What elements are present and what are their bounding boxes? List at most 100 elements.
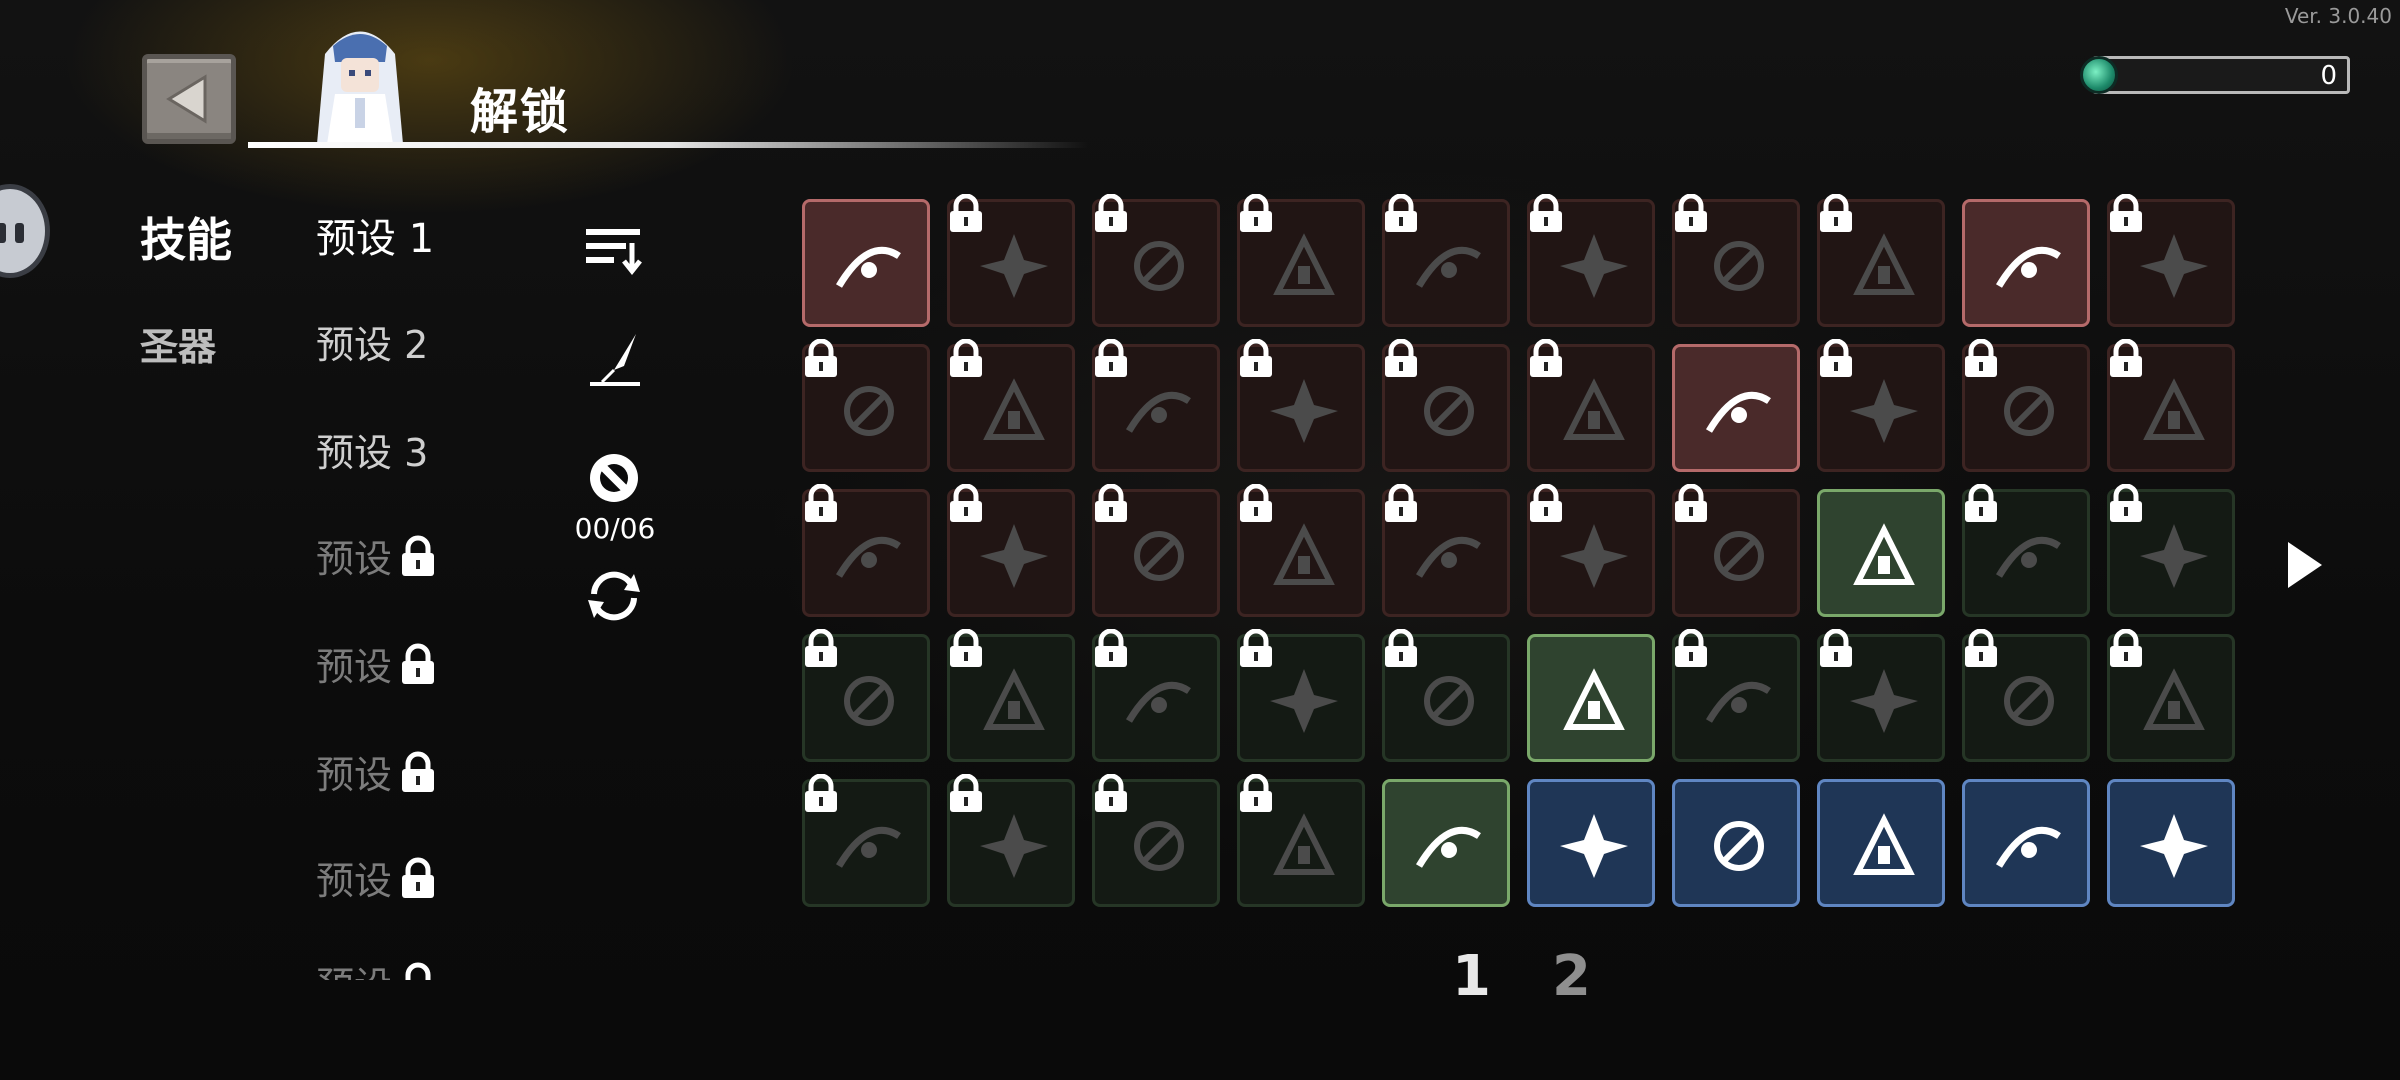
drill-icon	[980, 814, 1048, 878]
skill-slot[interactable]	[1962, 339, 2090, 472]
skill-slot[interactable]	[1092, 339, 1220, 472]
lock-icon	[1530, 339, 1562, 377]
skill-slot[interactable]	[1092, 484, 1220, 617]
skill-slot[interactable]	[1237, 339, 1365, 472]
skill-slot[interactable]	[1237, 484, 1365, 617]
skill-slot[interactable]	[1237, 194, 1365, 327]
skill-slot[interactable]	[2107, 339, 2235, 472]
skull-icon	[2140, 234, 2208, 298]
refresh-button[interactable]	[578, 566, 650, 626]
quill-button[interactable]	[578, 330, 650, 390]
lock-icon	[402, 535, 435, 576]
preset-item-1[interactable]: 预设 1	[316, 206, 434, 264]
lock-icon	[950, 194, 982, 232]
web-icon	[2143, 668, 2205, 730]
next-page-arrow[interactable]	[2284, 540, 2324, 590]
lock-icon	[2110, 484, 2142, 522]
skill-slot[interactable]	[947, 194, 1075, 327]
skill-slot[interactable]	[1092, 774, 1220, 907]
preset-label: 预设	[316, 753, 393, 797]
lock-icon	[1095, 774, 1127, 812]
skill-slot[interactable]	[1962, 484, 2090, 617]
skill-slot[interactable]	[1817, 339, 1945, 472]
skill-slot[interactable]	[1382, 484, 1510, 617]
preset-item-4[interactable]: 预设	[316, 528, 440, 583]
skill-slot[interactable]	[1382, 779, 1510, 907]
skill-slot[interactable]	[947, 774, 1075, 907]
skill-slot[interactable]	[1092, 194, 1220, 327]
lock-icon	[950, 339, 982, 377]
preset-item-3[interactable]: 预设 3	[316, 422, 428, 477]
skill-slot[interactable]	[802, 199, 930, 327]
flask-icon	[1714, 241, 1764, 291]
shield-core-icon	[1560, 814, 1628, 878]
skill-slot[interactable]	[947, 484, 1075, 617]
lock-icon	[2110, 629, 2142, 667]
skill-slot[interactable]	[1672, 194, 1800, 327]
skill-slot[interactable]	[2107, 629, 2235, 762]
skill-slot[interactable]	[2107, 194, 2235, 327]
beam-icon	[1424, 676, 1474, 726]
sort-button[interactable]	[578, 220, 650, 280]
skill-slot[interactable]	[1092, 629, 1220, 762]
vortex-icon	[835, 536, 901, 578]
lock-icon	[950, 629, 982, 667]
skill-slot[interactable]	[1527, 194, 1655, 327]
preset-item-5[interactable]: 预设	[316, 636, 440, 691]
skill-slot[interactable]	[1817, 629, 1945, 762]
skill-slot[interactable]	[1672, 779, 1800, 907]
wings-icon	[2004, 676, 2054, 726]
skill-slot[interactable]	[947, 339, 1075, 472]
skill-slot[interactable]	[947, 629, 1075, 762]
impact-icon	[1853, 523, 1915, 585]
skill-slot[interactable]	[1382, 629, 1510, 762]
page-number-2[interactable]: 2	[1552, 944, 1591, 1009]
skill-slot[interactable]	[1962, 629, 2090, 762]
spear-icon	[1415, 536, 1481, 578]
lock-icon	[1385, 484, 1417, 522]
slash-icon	[1273, 523, 1335, 585]
preset-item-6[interactable]: 预设	[316, 744, 440, 799]
skill-slot[interactable]	[802, 339, 930, 472]
skill-slot[interactable]	[802, 629, 930, 762]
skill-slot[interactable]	[1527, 634, 1655, 762]
lock-icon	[2110, 194, 2142, 232]
crosshair-icon	[1270, 379, 1338, 443]
skill-slot[interactable]	[1237, 629, 1365, 762]
skill-slot[interactable]	[1527, 484, 1655, 617]
skill-slot[interactable]	[1817, 489, 1945, 617]
skill-slot[interactable]	[1962, 779, 2090, 907]
blade-icon	[980, 234, 1048, 298]
skill-slot[interactable]	[802, 484, 930, 617]
lightning-slash-icon	[1415, 826, 1481, 868]
lock-icon	[402, 751, 435, 792]
skill-slot[interactable]	[1962, 199, 2090, 327]
lock-icon	[950, 774, 982, 812]
skill-slot[interactable]	[1237, 774, 1365, 907]
skill-slot[interactable]	[1817, 194, 1945, 327]
ban-button[interactable]	[578, 448, 650, 508]
skill-slot[interactable]	[1527, 779, 1655, 907]
page-number-1[interactable]: 1	[1452, 944, 1491, 1009]
lock-icon	[1385, 194, 1417, 232]
skill-slot[interactable]	[1382, 194, 1510, 327]
skill-slot[interactable]	[1672, 629, 1800, 762]
skill-slot[interactable]	[1382, 339, 1510, 472]
currency-bar: 0	[2092, 56, 2350, 94]
skill-slot[interactable]	[2107, 484, 2235, 617]
skill-slot[interactable]	[1672, 344, 1800, 472]
lock-icon	[1965, 629, 1997, 667]
preset-item-7[interactable]: 预设	[316, 850, 440, 905]
skull-burst-icon	[1125, 681, 1191, 723]
skill-slot[interactable]	[1672, 484, 1800, 617]
skill-slot[interactable]	[2107, 779, 2235, 907]
preset-item-2[interactable]: 预设 2	[316, 314, 428, 369]
skill-slot[interactable]	[1527, 339, 1655, 472]
lock-icon	[1675, 484, 1707, 522]
skill-slot[interactable]	[802, 774, 930, 907]
preset-label: 预设	[316, 645, 393, 689]
preset-item-8[interactable]: 预设	[316, 955, 440, 980]
lock-icon	[1240, 339, 1272, 377]
skill-slot[interactable]	[1817, 779, 1945, 907]
lock-icon	[2110, 339, 2142, 377]
